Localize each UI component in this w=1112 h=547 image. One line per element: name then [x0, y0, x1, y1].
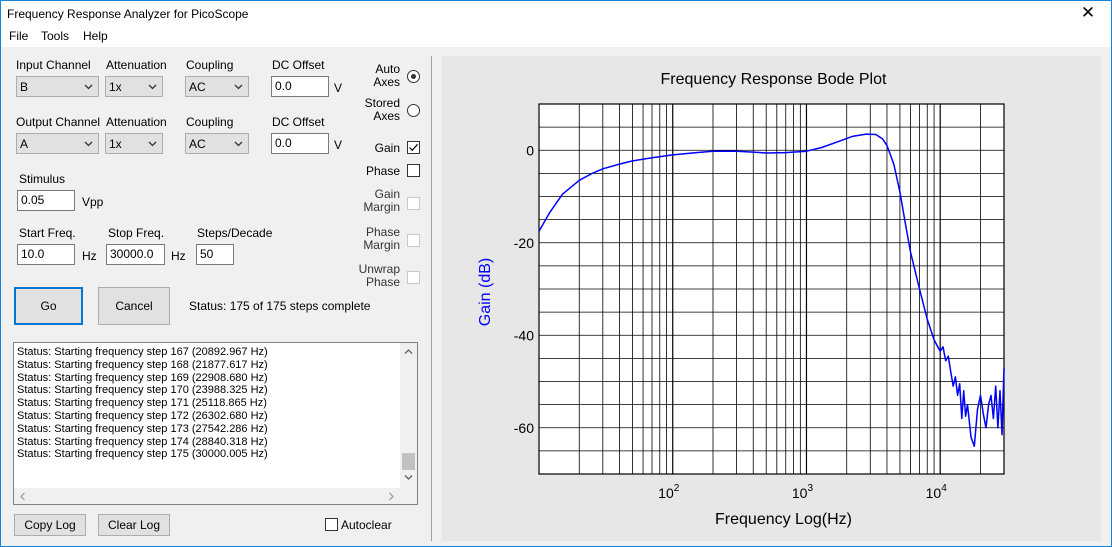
chevron-down-icon [148, 84, 157, 90]
output-dc-offset-field[interactable]: 0.0 [271, 133, 329, 154]
chevron-down-icon [84, 141, 93, 147]
log-line: Status: Starting frequency step 174 (288… [17, 435, 268, 448]
log-line: Status: Starting frequency step 169 (229… [17, 371, 268, 384]
output-coupling-label: Coupling [186, 115, 234, 129]
log-line: Status: Starting frequency step 175 (300… [17, 448, 268, 461]
gain-margin-label: Gain Margin [363, 187, 400, 214]
input-dc-offset-unit: V [334, 81, 343, 95]
cancel-button[interactable]: Cancel [98, 287, 170, 325]
input-attenuation-label: Attenuation [106, 58, 167, 72]
y-axis-label: Gain (dB) [477, 258, 494, 326]
go-button[interactable]: Go [14, 287, 83, 325]
chart-title: Frequency Response Bode Plot [661, 71, 887, 88]
chevron-down-icon [84, 84, 93, 90]
copy-log-button[interactable]: Copy Log [14, 514, 86, 536]
output-dc-offset-label: DC Offset [272, 115, 325, 129]
autoclear-checkbox[interactable] [325, 518, 338, 531]
output-coupling-select[interactable]: AC [185, 133, 249, 154]
log-line: Status: Starting frequency step 171 (251… [17, 397, 267, 410]
start-freq-field[interactable]: 10.0 [17, 244, 75, 265]
scroll-corner [400, 488, 417, 504]
gain-label: Gain [374, 141, 400, 155]
log-line: Status: Starting frequency step 170 (239… [17, 384, 268, 397]
menu-tools[interactable]: Tools [39, 29, 71, 43]
start-freq-unit: Hz [82, 249, 97, 263]
stored-axes-label: Stored Axes [364, 96, 400, 123]
steps-per-decade-label: Steps/Decade [197, 226, 273, 240]
x-axis-label: Frequency Log(Hz) [715, 511, 852, 528]
x-tick-label: 104 [926, 483, 948, 501]
input-dc-offset-field[interactable]: 0.0 [271, 76, 329, 97]
input-coupling-select[interactable]: AC [185, 76, 249, 97]
log-horizontal-scrollbar[interactable] [14, 488, 400, 504]
radio-selected-dot [411, 74, 416, 79]
title-bar: Frequency Response Analyzer for PicoScop… [1, 1, 1111, 27]
log-vertical-scrollbar[interactable] [400, 343, 417, 489]
status-text: Status: 175 of 175 steps complete [189, 299, 371, 313]
chevron-down-icon [148, 141, 157, 147]
stimulus-field[interactable]: 0.05 [17, 190, 75, 211]
unwrap-phase-checkbox[interactable] [407, 271, 420, 284]
stop-freq-field[interactable]: 30000.0 [106, 244, 165, 265]
y-tick-label: -40 [514, 327, 534, 343]
clear-log-button[interactable]: Clear Log [98, 514, 170, 536]
phase-label: Phase [365, 164, 400, 178]
chevron-down-icon [234, 141, 243, 147]
log-line: Status: Starting frequency step 173 (275… [17, 422, 268, 435]
start-freq-label: Start Freq. [19, 226, 76, 240]
stop-freq-label: Stop Freq. [108, 226, 165, 240]
phase-margin-checkbox[interactable] [407, 234, 420, 247]
scroll-thumb[interactable] [402, 453, 415, 470]
output-dc-offset-unit: V [334, 138, 343, 152]
x-tick-label: 103 [792, 483, 814, 501]
x-tick-label: 102 [658, 483, 680, 501]
phase-checkbox[interactable] [407, 164, 420, 177]
output-attenuation-select[interactable]: 1x [105, 133, 163, 154]
input-dc-offset-label: DC Offset [272, 58, 325, 72]
log-line: Status: Starting frequency step 167 (208… [17, 346, 268, 358]
chevron-down-icon [234, 84, 243, 90]
y-tick-label: 0 [526, 142, 534, 158]
gain-checkbox[interactable] [407, 141, 420, 154]
stored-axes-radio[interactable] [407, 104, 420, 117]
auto-axes-label: Auto Axes [373, 62, 400, 89]
unwrap-phase-label: Unwrap Phase [358, 262, 400, 289]
close-button[interactable]: ✕ [1065, 1, 1111, 27]
bode-plot-panel: 0 -20 -40 -60 102 103 104 Frequency Response Bo… [442, 56, 1101, 541]
steps-per-decade-field[interactable]: 50 [196, 244, 234, 265]
splitter[interactable] [431, 56, 432, 541]
autoclear-label: Autoclear [341, 518, 392, 532]
scroll-up-icon[interactable] [404, 348, 413, 355]
scroll-down-icon[interactable] [404, 474, 413, 481]
menu-help[interactable]: Help [81, 29, 110, 43]
log-textbox[interactable]: Status: Starting frequency step 167 (208… [13, 342, 418, 505]
stop-freq-unit: Hz [171, 249, 186, 263]
scroll-left-icon[interactable] [19, 492, 26, 501]
input-coupling-label: Coupling [186, 58, 234, 72]
y-tick-label: -60 [514, 420, 534, 436]
checkmark-icon [409, 143, 418, 152]
app-window: Frequency Response Analyzer for PicoScop… [0, 0, 1112, 547]
output-attenuation-label: Attenuation [106, 115, 167, 129]
window-title: Frequency Response Analyzer for PicoScop… [7, 7, 249, 21]
stimulus-unit: Vpp [82, 195, 104, 209]
bode-plot-chart: 0 -20 -40 -60 102 103 104 Frequency Response Bo… [477, 71, 1005, 528]
output-channel-label: Output Channel [16, 115, 101, 129]
menu-file[interactable]: File [7, 29, 30, 43]
output-channel-select[interactable]: A [16, 133, 99, 154]
y-tick-label: -20 [514, 235, 534, 251]
stimulus-label: Stimulus [19, 172, 66, 186]
phase-margin-label: Phase Margin [363, 225, 400, 252]
input-channel-label: Input Channel [16, 58, 91, 72]
log-line: Status: Starting frequency step 168 (218… [17, 358, 268, 371]
log-line: Status: Starting frequency step 172 (263… [17, 410, 268, 422]
scroll-right-icon[interactable] [388, 492, 395, 501]
gain-margin-checkbox[interactable] [407, 197, 420, 210]
auto-axes-radio[interactable] [407, 70, 420, 83]
input-attenuation-select[interactable]: 1x [105, 76, 163, 97]
input-channel-select[interactable]: B [16, 76, 99, 97]
menu-bar: File Tools Help [1, 27, 1111, 47]
